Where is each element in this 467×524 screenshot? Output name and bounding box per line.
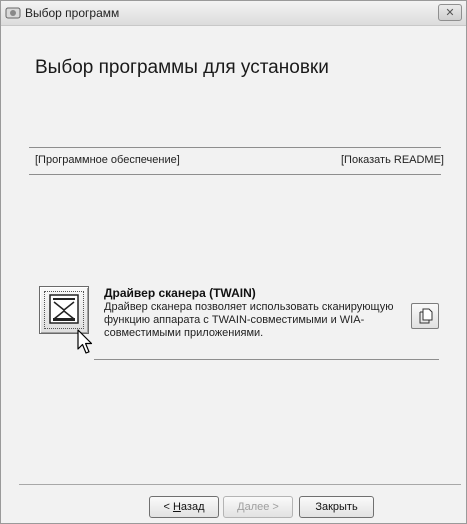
next-arrow-text: > — [269, 501, 279, 513]
program-description: Драйвер сканера позволяет использовать с… — [104, 301, 394, 339]
scanner-icon — [49, 294, 79, 324]
top-divider — [29, 147, 441, 148]
close-button[interactable]: Закрыть — [299, 496, 374, 518]
close-icon: ✕ — [445, 7, 455, 19]
page-title: Выбор программы для установки — [35, 57, 329, 78]
install-scanner-driver-button[interactable] — [39, 286, 89, 334]
program-title: Драйвер сканера (TWAIN) — [104, 286, 256, 300]
back-accel-key: Н — [172, 501, 181, 513]
next-button[interactable]: Далее > — [223, 496, 293, 518]
mouse-cursor-icon — [77, 329, 93, 354]
next-label: алее — [244, 501, 270, 513]
back-arrow-text: < — [163, 501, 173, 513]
back-label: азад — [180, 501, 205, 513]
software-link[interactable]: [Программное обеспечение] — [35, 154, 180, 166]
program-readme-button[interactable] — [411, 303, 439, 329]
window-title: Выбор программ — [25, 6, 120, 20]
document-icon — [419, 308, 433, 324]
back-button[interactable]: < Назад — [149, 496, 219, 518]
app-icon — [5, 7, 21, 19]
close-window-button[interactable]: ✕ — [438, 4, 462, 21]
links-divider — [29, 174, 441, 175]
show-readme-link[interactable]: [Показать README] — [341, 154, 444, 166]
program-divider — [94, 359, 439, 360]
next-accel-key: Д — [237, 501, 245, 513]
dialog-window: Выбор программ ✕ Выбор программы для уст… — [0, 0, 467, 524]
footer-divider — [19, 484, 461, 485]
title-bar[interactable]: Выбор программ ✕ — [1, 1, 466, 26]
